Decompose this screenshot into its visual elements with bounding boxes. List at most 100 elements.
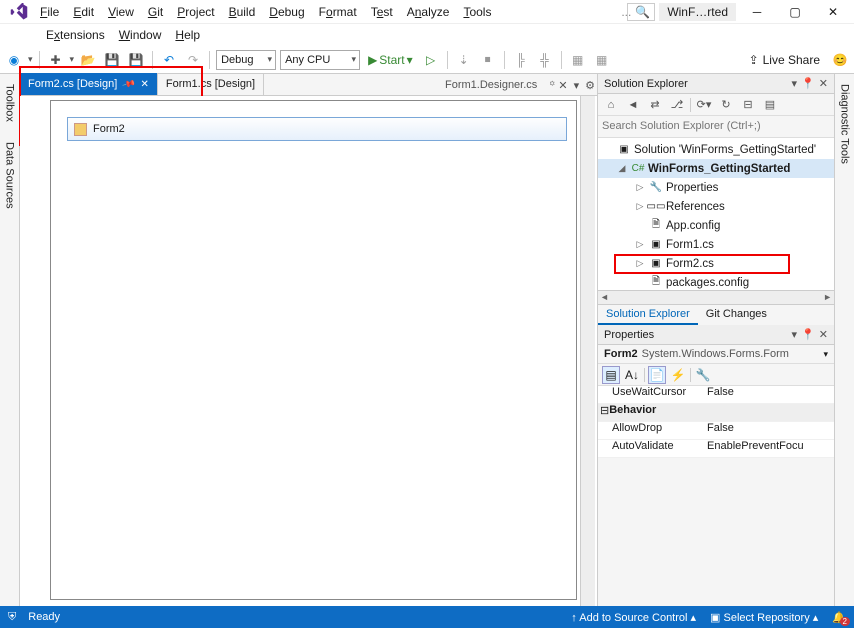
notifications-icon[interactable]: 🔔 [832, 611, 846, 624]
tab-close-preview-icon[interactable]: ꙳ ✕ [549, 78, 567, 93]
align2-icon[interactable]: ╬ [535, 50, 555, 70]
save-icon[interactable]: 💾 [102, 50, 122, 70]
align-icon[interactable]: ╠ [511, 50, 531, 70]
add-source-control[interactable]: ↑ Add to Source Control ▴ [571, 611, 696, 624]
tree-references[interactable]: ▷ ▭▭ References [598, 197, 834, 216]
redo-icon[interactable]: ↷ [183, 50, 203, 70]
tree-solution[interactable]: ▣ Solution 'WinForms_GettingStarted' [598, 140, 834, 159]
menu-format[interactable]: Format [313, 3, 363, 21]
title-search[interactable]: ... 🔍 [627, 3, 655, 21]
events-icon[interactable]: ⚡ [669, 366, 687, 384]
expand-icon[interactable]: ▷ [634, 239, 646, 250]
select-repository[interactable]: ▣ Select Repository ▴ [710, 611, 818, 624]
tree-packages[interactable]: 🗎 packages.config [598, 273, 834, 290]
tree-appconfig[interactable]: 🗎 App.config [598, 216, 834, 235]
tree-properties[interactable]: ▷ 🔧 Properties [598, 178, 834, 197]
config-combo[interactable]: Debug [216, 50, 276, 70]
tab-overflow-icon[interactable]: ▾ [574, 79, 580, 92]
feedback-icon[interactable]: 😊 [830, 50, 850, 70]
prop-row[interactable]: AllowDropFalse [598, 422, 834, 440]
tab-form1-design[interactable]: Form1.cs [Design] [158, 73, 264, 95]
close-icon[interactable]: ✕ [140, 79, 148, 90]
sol-hscroll[interactable] [598, 290, 834, 304]
form-file-icon: ▣ [649, 238, 663, 252]
sol-switch-icon[interactable]: ⇄ [646, 96, 664, 114]
vs-logo-icon [4, 0, 34, 24]
properties-object: Form2 [604, 348, 638, 360]
panel-close-icon[interactable]: ✕ [819, 77, 828, 90]
menu-git[interactable]: Git [142, 3, 169, 21]
grid-icon[interactable]: ▦ [568, 50, 588, 70]
panel-menu-icon[interactable]: ▾ [792, 77, 798, 90]
bottom-tab-solution[interactable]: Solution Explorer [598, 305, 698, 325]
platform-combo[interactable]: Any CPU [280, 50, 360, 70]
sol-sync-icon[interactable]: ↻ [717, 96, 735, 114]
minimize-button[interactable]: ─ [740, 2, 774, 22]
menu-extensions[interactable]: Extensions [40, 26, 111, 44]
panel-pin-icon[interactable]: 📍 [801, 77, 815, 90]
expand-icon[interactable]: ▷ [634, 201, 646, 212]
stop-icon[interactable]: ⏹ [478, 50, 498, 70]
menu-file[interactable]: File [34, 3, 65, 21]
menu-tools[interactable]: Tools [457, 3, 497, 21]
prop-pages-icon[interactable]: 🔧 [694, 366, 712, 384]
menu-view[interactable]: View [102, 3, 140, 21]
new-project-icon[interactable]: ✚ [46, 50, 66, 70]
grid2-icon[interactable]: ▦ [592, 50, 612, 70]
sol-home-icon[interactable]: ⌂ [602, 96, 620, 114]
references-icon: ▭▭ [649, 200, 663, 214]
sol-refresh-icon[interactable]: ⟳▾ [695, 96, 713, 114]
props-icon[interactable]: 📄 [648, 366, 666, 384]
panel-menu-icon[interactable]: ▾ [792, 328, 798, 341]
form-icon [74, 123, 87, 136]
sol-showall-icon[interactable]: ▤ [761, 96, 779, 114]
prop-row[interactable]: UseWaitCursorFalse [598, 386, 834, 404]
step-icon[interactable]: ⇣ [454, 50, 474, 70]
live-share-button[interactable]: ⇪ Live Share [743, 53, 826, 67]
datasources-tab[interactable]: Data Sources [3, 136, 17, 215]
sol-git-icon[interactable]: ⎇ [668, 96, 686, 114]
save-all-icon[interactable]: 💾 [126, 50, 146, 70]
prop-category[interactable]: Behavior [598, 404, 834, 422]
start-noattach-icon[interactable]: ▷ [421, 50, 441, 70]
design-form-window[interactable]: Form2 [67, 117, 567, 141]
collapse-icon[interactable]: ◢ [616, 163, 628, 174]
expand-icon[interactable]: ▷ [634, 258, 646, 269]
open-icon[interactable]: 📂 [78, 50, 98, 70]
solution-search-input[interactable] [602, 120, 830, 132]
menu-build[interactable]: Build [223, 3, 262, 21]
sol-collapse-icon[interactable]: ⊟ [739, 96, 757, 114]
expand-icon[interactable]: ▷ [634, 182, 646, 193]
sol-back-icon[interactable]: ◄ [624, 96, 642, 114]
form-title: Form2 [93, 123, 125, 135]
menu-debug[interactable]: Debug [263, 3, 310, 21]
window-title: WinF…rted [659, 3, 736, 21]
diagnostic-tools-tab[interactable]: Diagnostic Tools [838, 78, 852, 170]
panel-pin-icon[interactable]: 📍 [801, 328, 815, 341]
menu-analyze[interactable]: Analyze [401, 3, 456, 21]
designer-canvas[interactable]: Form2 [50, 100, 577, 600]
categorized-icon[interactable]: ▤ [602, 366, 620, 384]
pin-icon[interactable]: 📌 [121, 76, 136, 91]
tree-form1[interactable]: ▷ ▣ Form1.cs [598, 235, 834, 254]
start-button[interactable]: ▶ Start ▾ [364, 53, 417, 67]
alpha-sort-icon[interactable]: A↓ [623, 366, 641, 384]
menu-project[interactable]: Project [171, 3, 220, 21]
menu-window[interactable]: Window [113, 26, 168, 44]
tab-preview[interactable]: Form1.Designer.cs [439, 76, 543, 94]
menu-test[interactable]: Test [365, 3, 399, 21]
maximize-button[interactable]: ▢ [778, 2, 812, 22]
close-button[interactable]: ✕ [816, 2, 850, 22]
tree-form2[interactable]: ▷ ▣ Form2.cs [598, 254, 834, 273]
toolbox-tab[interactable]: Toolbox [3, 78, 17, 128]
prop-row[interactable]: AutoValidateEnablePreventFocu [598, 440, 834, 458]
menu-edit[interactable]: Edit [67, 3, 100, 21]
undo-icon[interactable]: ↶ [159, 50, 179, 70]
tree-project[interactable]: ◢ C# WinForms_GettingStarted [598, 159, 834, 178]
bottom-tab-git[interactable]: Git Changes [698, 305, 775, 325]
panel-close-icon[interactable]: ✕ [819, 328, 828, 341]
tab-form2-design[interactable]: Form2.cs [Design] 📌 ✕ [20, 73, 158, 95]
nav-back-icon[interactable]: ◉ [4, 50, 24, 70]
menu-help[interactable]: Help [169, 26, 206, 44]
tab-settings-icon[interactable]: ⚙ [585, 79, 595, 92]
